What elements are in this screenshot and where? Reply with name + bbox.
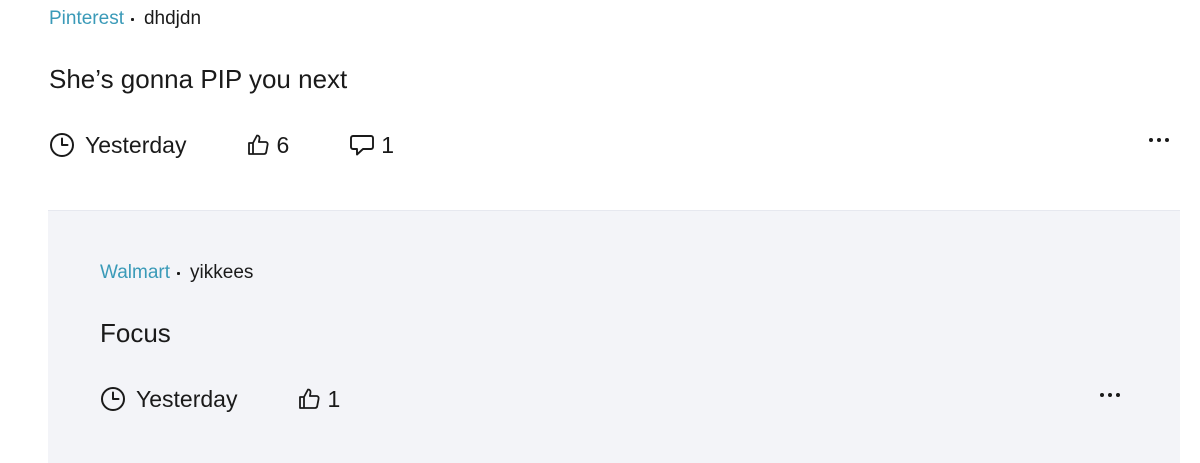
more-options-button[interactable] <box>1147 134 1171 146</box>
company-link[interactable]: Pinterest <box>49 7 124 31</box>
author-name[interactable]: yikkees <box>190 261 253 285</box>
like-button[interactable]: 1 <box>297 385 340 413</box>
comment-text: She’s gonna PIP you next <box>49 64 348 94</box>
separator-dot <box>177 271 181 275</box>
more-options-icon-dot <box>1157 138 1161 142</box>
reply-container: Walmart yikkees Focus Yesterday 1 <box>48 210 1180 463</box>
more-options-icon-dot <box>1149 138 1153 142</box>
comment: Pinterest dhdjdn She’s gonna PIP you nex… <box>0 0 1200 210</box>
company-link[interactable]: Walmart <box>100 261 170 285</box>
timestamp-label: Yesterday <box>136 386 238 412</box>
comment-meta: Pinterest dhdjdn <box>49 7 201 31</box>
comment-actions: Yesterday 6 1 <box>49 131 394 159</box>
more-options-icon-dot <box>1165 138 1169 142</box>
more-options-icon-dot <box>1108 393 1112 397</box>
timestamp: Yesterday <box>49 131 186 159</box>
like-count: 6 <box>276 132 290 158</box>
more-options-icon-dot <box>1100 393 1104 397</box>
clock-icon <box>101 387 125 411</box>
timestamp: Yesterday <box>100 385 237 413</box>
like-button[interactable]: 6 <box>246 131 289 159</box>
reply-button[interactable]: 1 <box>349 131 394 159</box>
reply-meta: Walmart yikkees <box>100 261 253 285</box>
thumbs-up-icon <box>299 388 321 409</box>
more-options-button[interactable] <box>1098 389 1122 401</box>
clock-icon <box>50 133 74 157</box>
reply-text: Focus <box>100 318 171 348</box>
author-name[interactable]: dhdjdn <box>144 7 201 31</box>
timestamp-label: Yesterday <box>85 132 187 158</box>
more-options-icon-dot <box>1116 393 1120 397</box>
reply-count: 1 <box>381 132 395 158</box>
comment-bubble-icon <box>350 135 375 156</box>
separator-dot <box>130 17 134 21</box>
reply-actions: Yesterday 1 <box>100 385 340 413</box>
thumbs-up-icon <box>248 134 270 155</box>
like-count: 1 <box>327 386 341 412</box>
